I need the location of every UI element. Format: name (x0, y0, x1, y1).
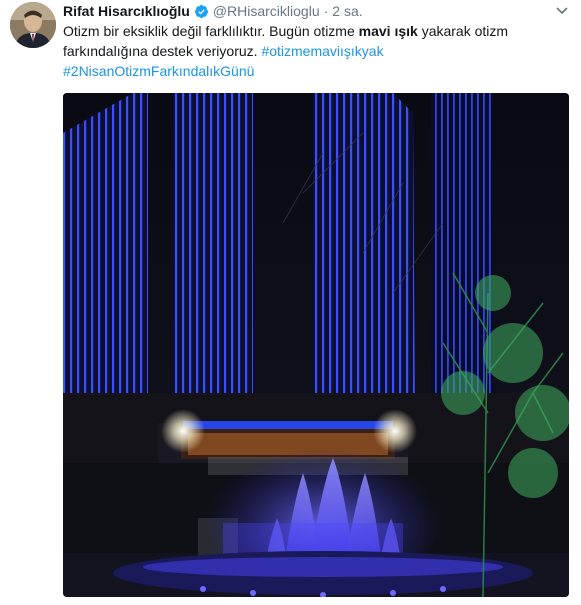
avatar[interactable] (10, 2, 56, 48)
verified-badge-icon (194, 4, 209, 19)
tweet-text-part1: Otizm bir eksiklik değil farklılıktır. B… (63, 23, 359, 39)
separator-dot: · (323, 3, 329, 19)
tweet-timestamp[interactable]: 2 sa. (332, 2, 362, 20)
hashtag-link-2[interactable]: #2NisanOtizmFarkındalıkGünü (63, 63, 254, 79)
author-handle[interactable]: @RHisarciklioglu (213, 2, 320, 20)
chevron-down-icon[interactable] (555, 4, 569, 18)
author-name[interactable]: Rifat Hisarcıklıoğlu (63, 2, 190, 20)
tweet-header: Rifat Hisarcıklıoğlu @RHisarciklioglu · … (63, 2, 363, 20)
hashtag-link-1[interactable]: #otizmemaviışıkyak (261, 43, 383, 59)
photo-media (63, 93, 569, 597)
tweet-text: Otizm bir eksiklik değil farklılıktır. B… (63, 21, 568, 81)
tweet-photo[interactable] (63, 93, 569, 597)
avatar-image (10, 2, 56, 48)
tweet[interactable]: Rifat Hisarcıklıoğlu @RHisarciklioglu · … (0, 0, 581, 605)
tweet-text-bold: mavi ışık (358, 23, 418, 39)
